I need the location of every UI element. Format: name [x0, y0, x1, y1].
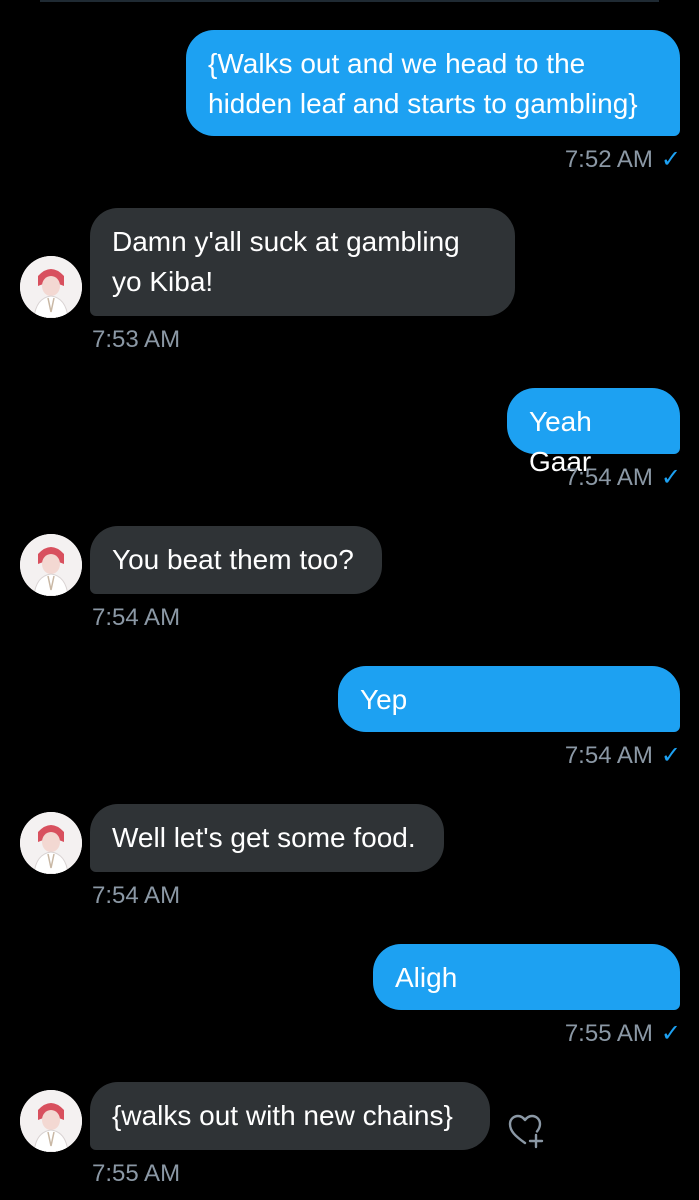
- message-time: 7:54 AM: [92, 604, 181, 631]
- check-icon: ✓: [660, 146, 681, 173]
- message-bubble-received[interactable]: {walks out with new chains}: [90, 1082, 490, 1150]
- avatar-icon[interactable]: [20, 256, 82, 318]
- message-time: 7:52 AM: [564, 146, 653, 173]
- message-bubble-received[interactable]: Well let's get some food.: [90, 804, 444, 872]
- message-bubble-sent[interactable]: {Walks out and we head to the hidden lea…: [186, 30, 680, 136]
- message-time: 7:55 AM: [92, 1160, 181, 1187]
- check-icon: ✓: [660, 464, 681, 491]
- message-bubble-sent[interactable]: Aligh: [373, 944, 680, 1010]
- avatar-icon[interactable]: [20, 1090, 82, 1152]
- message-time: 7:55 AM: [564, 1020, 653, 1047]
- message-meta: 7:54 AM ✓: [565, 741, 681, 771]
- message-bubble-received[interactable]: Damn y'all suck at gambling yo Kiba!: [90, 208, 515, 316]
- top-divider: [40, 0, 659, 2]
- check-icon: ✓: [660, 1020, 681, 1047]
- message-time: 7:54 AM: [92, 882, 181, 909]
- message-time: 7:54 AM: [564, 742, 653, 769]
- message-meta: 7:55 AM ✓: [565, 1019, 681, 1049]
- message-bubble-sent[interactable]: Yeah Gaar: [507, 388, 680, 477]
- check-icon: ✓: [660, 742, 681, 769]
- avatar-icon[interactable]: [20, 534, 82, 596]
- message-meta: 7:52 AM ✓: [565, 145, 681, 175]
- message-bubble-received[interactable]: You beat them too?: [90, 526, 382, 594]
- message-bubble-sent[interactable]: Yep: [338, 666, 680, 732]
- add-reaction-heart-icon[interactable]: [505, 1110, 545, 1150]
- message-time: 7:54 AM: [564, 464, 653, 491]
- avatar-icon[interactable]: [20, 812, 82, 874]
- message-time: 7:53 AM: [92, 326, 181, 353]
- message-meta: 7:54 AM ✓: [565, 463, 681, 493]
